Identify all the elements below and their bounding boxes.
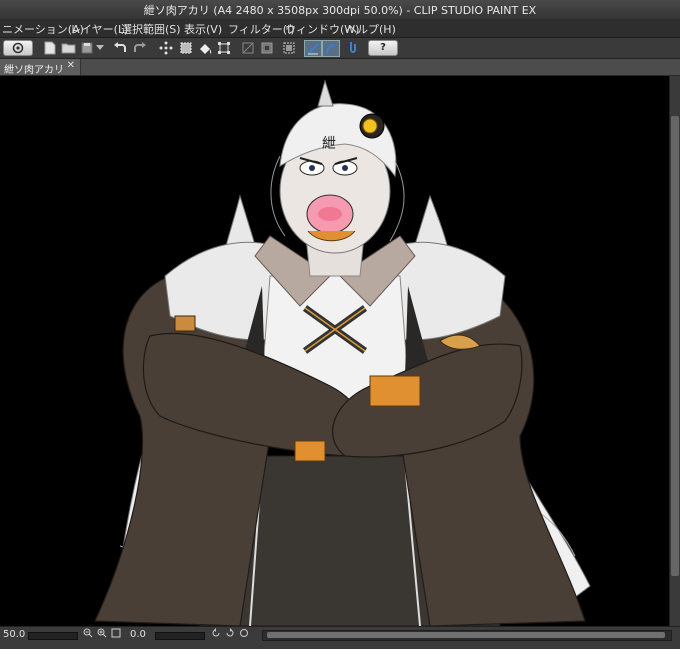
rotate-left-icon[interactable] bbox=[210, 628, 222, 640]
zoom-slider[interactable] bbox=[28, 632, 78, 640]
new-file-icon[interactable] bbox=[43, 40, 57, 55]
show-selection-icon[interactable] bbox=[281, 40, 297, 55]
help-label: ? bbox=[368, 39, 398, 56]
redo-icon[interactable] bbox=[131, 40, 147, 55]
save-dropdown-icon[interactable] bbox=[95, 40, 105, 55]
command-bar: ? bbox=[0, 38, 680, 59]
canvas-area[interactable]: 紲 bbox=[0, 76, 669, 626]
undo-icon[interactable] bbox=[112, 40, 128, 55]
rotation-value[interactable]: 0.0 bbox=[130, 629, 146, 640]
rotate-right-icon[interactable] bbox=[224, 628, 236, 640]
title-bar: 紲ソ肉アカリ (A4 2480 x 3508px 300dpi 50.0%) -… bbox=[0, 0, 680, 19]
canvas-status-bar: 50.0 0.0 bbox=[0, 626, 680, 649]
character-illustration: 紲 bbox=[94, 79, 591, 626]
clear-icon[interactable] bbox=[158, 40, 174, 55]
deselect-icon[interactable] bbox=[240, 40, 256, 55]
menu-selection[interactable]: 選択範囲(S) bbox=[121, 21, 181, 37]
rotation-slider[interactable] bbox=[155, 632, 205, 640]
clear-outside-selection-icon[interactable] bbox=[178, 40, 194, 55]
save-icon[interactable] bbox=[80, 40, 94, 55]
clip-studio-icon bbox=[3, 39, 33, 56]
menu-help[interactable]: ヘルプ(H) bbox=[346, 21, 396, 37]
invert-selection-icon[interactable] bbox=[259, 40, 275, 55]
reset-rotation-icon[interactable] bbox=[238, 628, 250, 640]
window-title: 紲ソ肉アカリ (A4 2480 x 3508px 300dpi 50.0%) -… bbox=[143, 4, 537, 17]
menu-view[interactable]: 表示(V) bbox=[184, 21, 222, 37]
horizontal-scrollbar[interactable] bbox=[262, 630, 672, 641]
clip-studio-button[interactable] bbox=[3, 39, 33, 56]
menu-bar: ニメーション(A) レイヤー(L) 選択範囲(S) 表示(V) フィルター(I)… bbox=[0, 19, 680, 38]
zoom-in-icon[interactable] bbox=[96, 628, 108, 640]
zoom-value[interactable]: 50.0 bbox=[3, 629, 25, 640]
vertical-scroll-thumb[interactable] bbox=[671, 116, 679, 576]
snap-to-ruler-icon[interactable] bbox=[304, 40, 322, 57]
zoom-out-icon[interactable] bbox=[82, 628, 94, 640]
document-tab-label: 紲ソ肉アカリ bbox=[4, 65, 64, 76]
open-folder-icon[interactable] bbox=[60, 40, 76, 55]
fill-icon[interactable] bbox=[197, 40, 213, 55]
document-tab-bar: 紲ソ肉アカリ ✕ bbox=[0, 59, 680, 76]
fit-view-icon[interactable] bbox=[110, 628, 122, 640]
transform-icon[interactable] bbox=[216, 40, 232, 55]
horizontal-scroll-thumb[interactable] bbox=[267, 632, 665, 638]
snap-to-special-ruler-icon[interactable] bbox=[322, 40, 340, 57]
forehead-kanji: 紲 bbox=[322, 136, 336, 152]
menu-layer[interactable]: レイヤー(L) bbox=[70, 21, 128, 37]
vertical-scrollbar[interactable] bbox=[669, 76, 680, 626]
close-tab-icon[interactable]: ✕ bbox=[67, 60, 75, 71]
document-tab[interactable]: 紲ソ肉アカリ ✕ bbox=[0, 59, 81, 76]
help-button[interactable]: ? bbox=[368, 39, 398, 56]
snap-to-grid-icon[interactable] bbox=[345, 40, 361, 55]
